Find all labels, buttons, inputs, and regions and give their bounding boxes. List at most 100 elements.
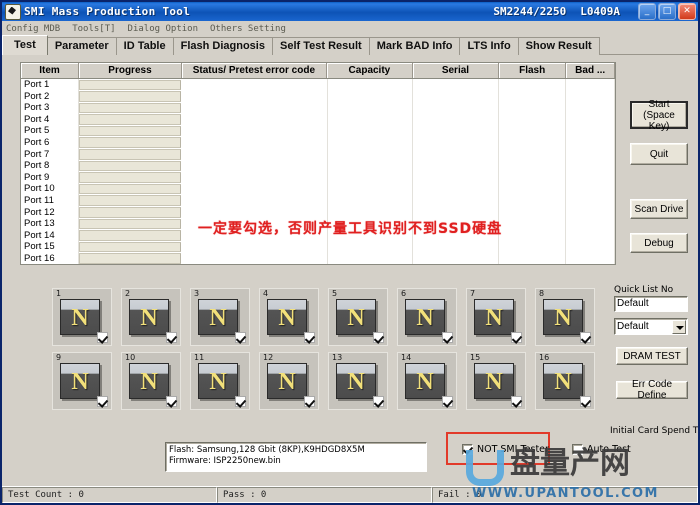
table-row[interactable]: Port 7 <box>21 148 615 161</box>
slot-enable-checkbox[interactable] <box>511 332 522 343</box>
minimize-button[interactable]: _ <box>638 3 656 20</box>
table-row[interactable]: Port 3 <box>21 102 615 114</box>
slot-enable-checkbox[interactable] <box>373 396 384 407</box>
checkbox-icon[interactable] <box>572 444 583 455</box>
debug-button[interactable]: Debug <box>630 233 688 253</box>
device-slot[interactable]: 11 N <box>190 352 250 410</box>
dram-test-button[interactable]: DRAM TEST <box>616 347 688 365</box>
table-cell-flash <box>499 194 567 207</box>
slot-enable-checkbox[interactable] <box>166 396 177 407</box>
slot-enable-checkbox[interactable] <box>442 396 453 407</box>
table-row[interactable]: Port 1 <box>21 79 615 91</box>
device-icon: N <box>129 363 169 399</box>
device-slot[interactable]: 3N <box>190 288 250 346</box>
table-col-header[interactable]: Capacity <box>327 63 413 78</box>
slot-enable-checkbox[interactable] <box>166 332 177 343</box>
device-slot[interactable]: 14 N <box>397 352 457 410</box>
table-col-header[interactable]: Flash <box>499 63 567 78</box>
tab-show-result[interactable]: Show Result <box>517 37 600 55</box>
device-slot-cell: 16 N <box>535 352 604 416</box>
slot-enable-checkbox[interactable] <box>511 396 522 407</box>
tab-self-test-result[interactable]: Self Test Result <box>271 37 370 55</box>
slot-enable-checkbox[interactable] <box>304 332 315 343</box>
slot-enable-checkbox[interactable] <box>235 332 246 343</box>
table-cell-item: Port 3 <box>21 102 79 114</box>
slot-enable-checkbox[interactable] <box>580 396 591 407</box>
table-cell-item: Port 5 <box>21 125 79 137</box>
device-slot[interactable]: 16 N <box>535 352 595 410</box>
table-row[interactable]: Port 15 <box>21 241 615 253</box>
slot-state-letter: N <box>554 368 572 395</box>
slot-number: 15 <box>470 353 481 362</box>
device-slot[interactable]: 12 N <box>259 352 319 410</box>
tab-lts-info[interactable]: LTS Info <box>459 37 519 55</box>
err-code-define-button[interactable]: Err Code Define <box>616 379 688 401</box>
table-row[interactable]: Port 10 <box>21 183 615 195</box>
table-row[interactable]: Port 9 <box>21 171 615 184</box>
table-cell-item: Port 2 <box>21 90 79 103</box>
slot-state-letter: N <box>209 368 227 395</box>
start-button[interactable]: Start (Space Key) <box>630 99 688 132</box>
slot-enable-checkbox[interactable] <box>97 332 108 343</box>
table-row[interactable]: Port 16 <box>21 252 615 264</box>
scan-drive-button[interactable]: Scan Drive <box>630 199 688 219</box>
slot-state-letter: N <box>71 368 89 395</box>
table-cell-serial <box>413 160 500 172</box>
maximize-button[interactable]: □ <box>658 3 676 20</box>
table-row[interactable]: Port 12 <box>21 206 615 219</box>
slot-enable-checkbox[interactable] <box>304 396 315 407</box>
device-slot-cell: 11 N <box>190 352 259 416</box>
table-cell-capacity <box>328 90 414 103</box>
device-slot[interactable]: 8N <box>535 288 595 346</box>
tab-test[interactable]: Test <box>2 35 48 55</box>
slot-enable-checkbox[interactable] <box>442 332 453 343</box>
device-slot[interactable]: 1N <box>52 288 112 346</box>
table-row[interactable]: Port 8 <box>21 160 615 172</box>
slot-enable-checkbox[interactable] <box>373 332 384 343</box>
device-slot[interactable]: 4N <box>259 288 319 346</box>
table-col-header[interactable]: Status/ Pretest error code <box>182 63 327 78</box>
close-button[interactable]: ✕ <box>678 3 696 20</box>
tab-mark-bad-info[interactable]: Mark BAD Info <box>368 37 461 55</box>
device-slot[interactable]: 6N <box>397 288 457 346</box>
table-cell-flash <box>499 125 567 137</box>
table-row[interactable]: Port 11 <box>21 194 615 207</box>
tab-parameter[interactable]: Parameter <box>46 37 117 55</box>
table-col-header[interactable]: Bad ... <box>566 63 615 78</box>
checkbox-icon[interactable] <box>462 444 473 455</box>
menu-item-3[interactable]: Others Setting <box>210 24 292 34</box>
table-col-header[interactable]: Serial <box>413 63 499 78</box>
slot-enable-checkbox[interactable] <box>97 396 108 407</box>
device-slot[interactable]: 10 N <box>121 352 181 410</box>
auto-test-checkbox[interactable]: Auto Test <box>572 444 631 455</box>
tab-id-table[interactable]: ID Table <box>115 37 174 55</box>
menu-item-2[interactable]: Dialog Option <box>128 24 204 34</box>
table-row[interactable]: Port 5 <box>21 125 615 137</box>
menu-item-0[interactable]: Config MDB <box>6 24 66 34</box>
device-slot[interactable]: 7N <box>466 288 526 346</box>
table-col-header[interactable]: Progress <box>79 63 182 78</box>
quick-list-input[interactable]: Default <box>614 296 688 312</box>
tab-flash-diagnosis[interactable]: Flash Diagnosis <box>172 37 273 55</box>
table-cell-flash <box>499 160 567 172</box>
quit-button[interactable]: Quit <box>630 143 688 165</box>
slot-number: 2 <box>125 289 131 298</box>
table-row[interactable]: Port 2 <box>21 90 615 103</box>
device-slot[interactable]: 9N <box>52 352 112 410</box>
table-cell-bad <box>566 183 615 195</box>
slot-enable-checkbox[interactable] <box>580 332 591 343</box>
device-slot[interactable]: 13 N <box>328 352 388 410</box>
menu-item-1[interactable]: Tools[T] <box>72 24 121 34</box>
device-slot[interactable]: 5N <box>328 288 388 346</box>
device-slot[interactable]: 15 N <box>466 352 526 410</box>
quick-list-select[interactable]: Default <box>614 318 688 335</box>
not-smi-tester-checkbox[interactable]: NOT SMI Tester <box>462 444 549 455</box>
table-row[interactable]: Port 6 <box>21 136 615 149</box>
table-row[interactable]: Port 4 <box>21 113 615 126</box>
slot-enable-checkbox[interactable] <box>235 396 246 407</box>
chevron-down-icon[interactable] <box>672 320 686 334</box>
table-col-header[interactable]: Item <box>21 63 80 78</box>
device-slot[interactable]: 2N <box>121 288 181 346</box>
device-slot-cell: 9N <box>52 352 121 416</box>
table-cell-status <box>183 206 328 219</box>
